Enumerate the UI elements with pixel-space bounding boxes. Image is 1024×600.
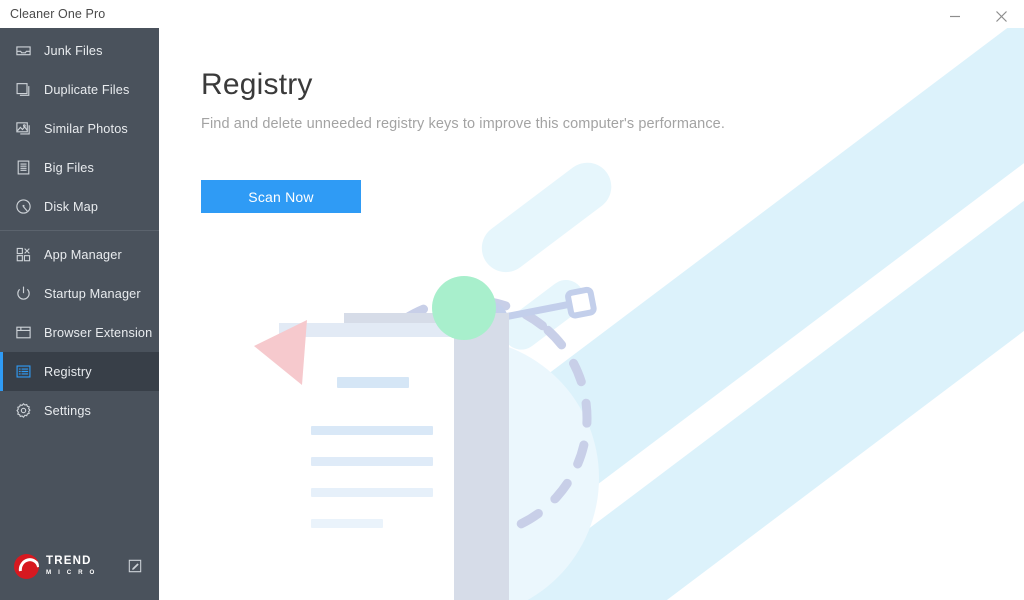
brand-name: TREND bbox=[46, 554, 92, 567]
app-grid-x-icon bbox=[14, 245, 33, 264]
sidebar-item-label: Big Files bbox=[44, 160, 94, 175]
feedback-button[interactable] bbox=[127, 558, 143, 574]
brand-logo: TREND M I C R O bbox=[14, 553, 97, 579]
sidebar-item-startup-manager[interactable]: Startup Manager bbox=[0, 274, 159, 313]
main-content: Registry Find and delete unneeded regist… bbox=[159, 28, 1024, 600]
sidebar-item-app-manager[interactable]: App Manager bbox=[0, 235, 159, 274]
gear-icon bbox=[14, 401, 33, 420]
sidebar-item-label: Settings bbox=[44, 403, 92, 418]
inbox-tray-icon bbox=[14, 41, 33, 60]
browser-window-icon bbox=[14, 323, 33, 342]
sidebar-item-label: Browser Extension bbox=[44, 325, 153, 340]
feedback-edit-icon bbox=[128, 559, 142, 573]
sidebar-item-label: Duplicate Files bbox=[44, 82, 130, 97]
window-title: Cleaner One Pro bbox=[10, 7, 106, 21]
trend-micro-logo-icon bbox=[14, 553, 39, 579]
sidebar-item-duplicate-files[interactable]: Duplicate Files bbox=[0, 70, 159, 109]
sidebar-divider bbox=[0, 230, 159, 231]
sidebar-item-label: Similar Photos bbox=[44, 121, 128, 136]
sidebar-item-label: Disk Map bbox=[44, 199, 99, 214]
sidebar-nav: Junk Files Duplicate Files Similar Photo… bbox=[0, 28, 159, 430]
app-window: Cleaner One Pro Junk Files Duplicate Fil… bbox=[0, 0, 1024, 600]
sidebar-item-big-files[interactable]: Big Files bbox=[0, 148, 159, 187]
sidebar-item-label: App Manager bbox=[44, 247, 122, 262]
copy-files-icon bbox=[14, 80, 33, 99]
scan-now-button[interactable]: Scan Now bbox=[201, 180, 361, 213]
sidebar-item-registry[interactable]: Registry bbox=[0, 352, 159, 391]
document-lines-icon bbox=[14, 158, 33, 177]
page-title: Registry bbox=[201, 68, 313, 101]
minimize-icon bbox=[950, 15, 960, 18]
sidebar-item-label: Registry bbox=[44, 364, 92, 379]
close-icon bbox=[995, 10, 1007, 22]
registry-list-icon bbox=[14, 362, 33, 381]
brand-subname: M I C R O bbox=[46, 569, 97, 577]
disk-map-icon bbox=[14, 197, 33, 216]
title-bar: Cleaner One Pro bbox=[0, 0, 1024, 28]
power-icon bbox=[14, 284, 33, 303]
sidebar-item-label: Startup Manager bbox=[44, 286, 141, 301]
sidebar-item-settings[interactable]: Settings bbox=[0, 391, 159, 430]
sidebar-item-similar-photos[interactable]: Similar Photos bbox=[0, 109, 159, 148]
sidebar: Junk Files Duplicate Files Similar Photo… bbox=[0, 28, 159, 600]
sidebar-item-junk-files[interactable]: Junk Files bbox=[0, 31, 159, 70]
page-content: Registry Find and delete unneeded regist… bbox=[159, 28, 1024, 213]
sidebar-item-label: Junk Files bbox=[44, 43, 103, 58]
sidebar-footer: TREND M I C R O bbox=[0, 538, 159, 600]
page-subtitle: Find and delete unneeded registry keys t… bbox=[201, 116, 725, 132]
bezier-handle-icon bbox=[373, 286, 597, 356]
sidebar-item-disk-map[interactable]: Disk Map bbox=[0, 187, 159, 226]
sidebar-item-browser-extension[interactable]: Browser Extension bbox=[0, 313, 159, 352]
photos-icon bbox=[14, 119, 33, 138]
brand-text: TREND M I C R O bbox=[46, 554, 97, 577]
